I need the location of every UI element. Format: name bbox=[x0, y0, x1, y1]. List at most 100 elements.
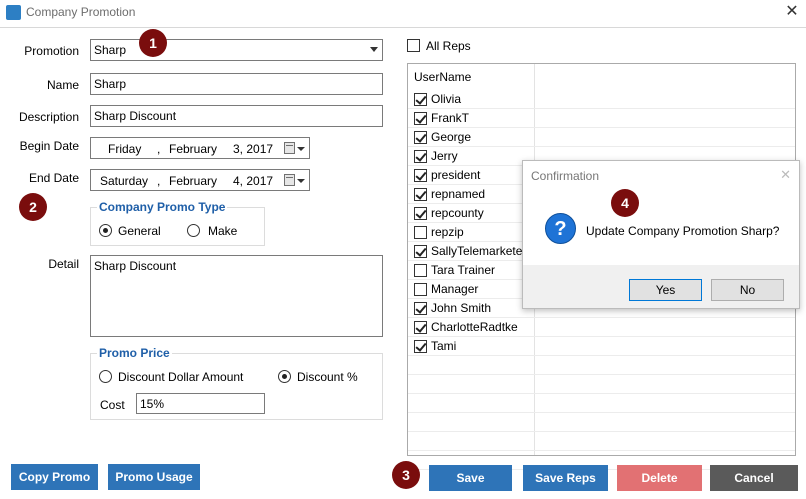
dialog-message: Update Company Promotion Sharp? bbox=[586, 224, 780, 238]
user-checkbox[interactable] bbox=[414, 340, 427, 353]
annotation-badge-4: 4 bbox=[611, 189, 639, 217]
begin-date-picker[interactable]: Friday , February 3, 2017 bbox=[90, 137, 310, 159]
close-icon[interactable]: ✕ bbox=[782, 2, 802, 22]
annotation-badge-3: 3 bbox=[392, 461, 420, 489]
discount-percent-label: Discount % bbox=[297, 370, 358, 384]
username-cell: repnamed bbox=[431, 187, 486, 201]
all-reps-checkbox[interactable] bbox=[407, 39, 420, 52]
begin-date-label: Begin Date bbox=[19, 139, 79, 153]
calendar-icon[interactable] bbox=[284, 142, 295, 154]
username-cell: Manager bbox=[431, 282, 479, 296]
chevron-down-icon[interactable] bbox=[370, 47, 378, 52]
username-cell: FrankT bbox=[431, 111, 470, 125]
username-cell: Jerry bbox=[431, 149, 458, 163]
empty-row bbox=[408, 375, 795, 394]
user-checkbox[interactable] bbox=[414, 226, 427, 239]
app-icon bbox=[6, 5, 21, 20]
all-reps-label: All Reps bbox=[426, 39, 471, 53]
title-bar: Company Promotion ✕ bbox=[0, 0, 806, 26]
user-checkbox[interactable] bbox=[414, 112, 427, 125]
username-cell: repzip bbox=[431, 225, 464, 239]
begin-date-separator: , bbox=[157, 142, 161, 156]
cancel-button[interactable]: Cancel bbox=[710, 465, 798, 491]
empty-row bbox=[408, 356, 795, 375]
table-row[interactable]: Tami bbox=[408, 337, 795, 356]
table-row[interactable]: George bbox=[408, 128, 795, 147]
delete-button[interactable]: Delete bbox=[617, 465, 702, 491]
end-date-weekday: Saturday bbox=[100, 174, 149, 188]
general-radio-label: General bbox=[118, 224, 161, 238]
begin-date-weekday: Friday bbox=[108, 142, 142, 156]
table-row[interactable]: FrankT bbox=[408, 109, 795, 128]
cost-label: Cost bbox=[100, 398, 125, 412]
username-cell: Tara Trainer bbox=[431, 263, 496, 277]
copy-promo-button[interactable]: Copy Promo bbox=[11, 464, 98, 490]
username-cell: John Smith bbox=[431, 301, 492, 315]
make-radio-label: Make bbox=[208, 224, 238, 238]
description-label: Description bbox=[18, 110, 79, 124]
general-radio[interactable] bbox=[99, 224, 112, 237]
end-date-label: End Date bbox=[28, 171, 79, 185]
begin-date-month: February bbox=[169, 142, 218, 156]
user-checkbox[interactable] bbox=[414, 245, 427, 258]
detail-label: Detail bbox=[48, 257, 79, 271]
begin-date-day-year: 3, 2017 bbox=[233, 142, 274, 156]
table-row[interactable]: CharlotteRadtke bbox=[408, 318, 795, 337]
cost-input[interactable]: 15% bbox=[136, 393, 265, 414]
close-icon[interactable]: ✕ bbox=[780, 167, 791, 183]
username-cell: repcounty bbox=[431, 206, 484, 220]
username-column-header[interactable]: UserName bbox=[414, 70, 471, 84]
user-checkbox[interactable] bbox=[414, 131, 427, 144]
dialog-title: Confirmation bbox=[531, 169, 600, 183]
confirmation-dialog: Confirmation ✕ ? Update Company Promotio… bbox=[522, 160, 800, 309]
username-cell: George bbox=[431, 130, 472, 144]
chevron-down-icon[interactable] bbox=[297, 179, 305, 183]
end-date-separator: , bbox=[157, 174, 161, 188]
make-radio[interactable] bbox=[187, 224, 200, 237]
user-checkbox[interactable] bbox=[414, 264, 427, 277]
promo-usage-button[interactable]: Promo Usage bbox=[108, 464, 200, 490]
end-date-picker[interactable]: Saturday , February 4, 2017 bbox=[90, 169, 310, 191]
no-button[interactable]: No bbox=[711, 279, 784, 301]
promotion-combo[interactable]: Sharp bbox=[90, 39, 383, 61]
calendar-icon[interactable] bbox=[284, 174, 295, 186]
table-row[interactable]: Olivia bbox=[408, 90, 795, 109]
discount-dollar-label: Discount Dollar Amount bbox=[118, 370, 244, 384]
yes-button[interactable]: Yes bbox=[629, 279, 702, 301]
user-checkbox[interactable] bbox=[414, 283, 427, 296]
title-separator bbox=[0, 27, 806, 28]
save-button[interactable]: Save bbox=[429, 465, 512, 491]
user-checkbox[interactable] bbox=[414, 150, 427, 163]
description-input[interactable]: Sharp Discount bbox=[90, 105, 383, 127]
chevron-down-icon[interactable] bbox=[297, 147, 305, 151]
detail-textarea[interactable]: Sharp Discount bbox=[90, 255, 383, 337]
promo-price-title: Promo Price bbox=[97, 346, 172, 360]
end-date-month: February bbox=[169, 174, 218, 188]
promotion-label: Promotion bbox=[24, 44, 79, 58]
name-input[interactable]: Sharp bbox=[90, 73, 383, 95]
annotation-badge-2: 2 bbox=[19, 193, 47, 221]
user-checkbox[interactable] bbox=[414, 302, 427, 315]
username-cell: Tami bbox=[431, 339, 457, 353]
question-icon: ? bbox=[545, 213, 576, 244]
save-reps-button[interactable]: Save Reps bbox=[523, 465, 608, 491]
empty-row bbox=[408, 432, 795, 451]
discount-dollar-radio[interactable] bbox=[99, 370, 112, 383]
annotation-badge-1: 1 bbox=[139, 29, 167, 57]
user-checkbox[interactable] bbox=[414, 169, 427, 182]
user-checkbox[interactable] bbox=[414, 207, 427, 220]
username-cell: Olivia bbox=[431, 92, 462, 106]
name-label: Name bbox=[46, 78, 79, 92]
user-checkbox[interactable] bbox=[414, 93, 427, 106]
company-promo-type-title: Company Promo Type bbox=[97, 200, 228, 214]
end-date-day-year: 4, 2017 bbox=[233, 174, 274, 188]
empty-row bbox=[408, 413, 795, 432]
user-checkbox[interactable] bbox=[414, 321, 427, 334]
empty-row bbox=[408, 394, 795, 413]
username-cell: SallyTelemarketer bbox=[431, 244, 527, 258]
user-checkbox[interactable] bbox=[414, 188, 427, 201]
username-cell: CharlotteRadtke bbox=[431, 320, 518, 334]
window-title: Company Promotion bbox=[26, 5, 136, 19]
promotion-value: Sharp bbox=[94, 43, 127, 57]
discount-percent-radio[interactable] bbox=[278, 370, 291, 383]
